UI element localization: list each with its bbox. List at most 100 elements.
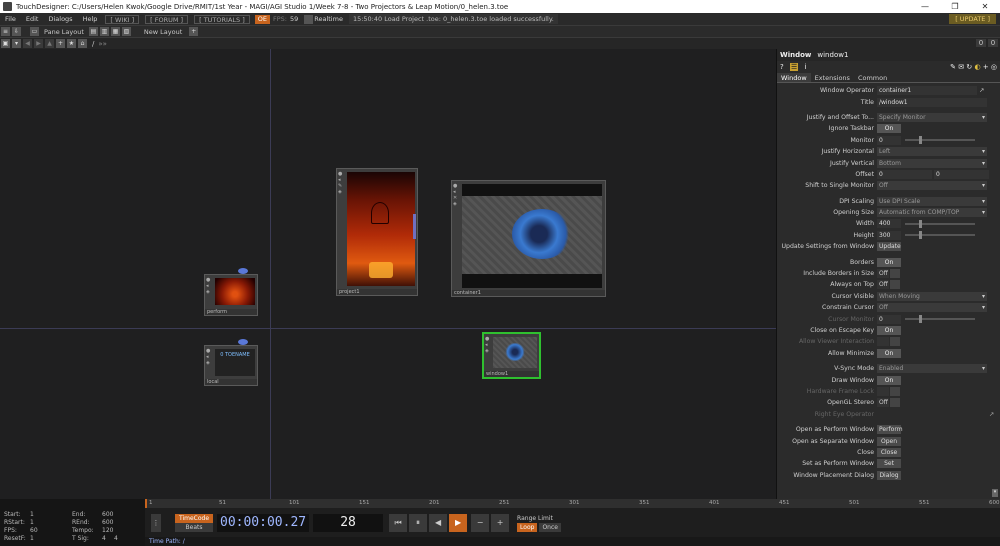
param-button[interactable]: Update	[877, 242, 901, 252]
timeline-ruler[interactable]: 1 51 101 151 201 251 301 351 401 451 501 551 600	[145, 499, 1000, 508]
param-toggle[interactable]: Off	[877, 269, 889, 279]
resetf-value[interactable]: 1	[30, 535, 72, 543]
param-slider[interactable]	[905, 315, 975, 324]
param-toggle[interactable]: On	[877, 124, 901, 134]
param-slider[interactable]	[905, 219, 975, 228]
toggle-box[interactable]	[890, 386, 900, 396]
add-icon[interactable]: +	[983, 63, 989, 71]
operator-name[interactable]: window1	[817, 51, 848, 59]
timecode-display[interactable]: 00:00:00.27	[217, 513, 310, 532]
param-toggle[interactable]: On	[877, 326, 901, 335]
update-button[interactable]: [ UPDATE ]	[949, 14, 996, 24]
network-type-menu-icon[interactable]: ▾	[12, 39, 21, 48]
help-icon[interactable]: ?	[780, 63, 784, 71]
tsig-a-value[interactable]: 4	[102, 535, 114, 543]
forward-icon[interactable]: ▶	[34, 39, 43, 48]
param-field[interactable]: 0	[877, 135, 901, 145]
param-button[interactable]: Close	[877, 447, 901, 457]
param-field[interactable]: container1	[877, 86, 977, 96]
tab-window[interactable]: Window	[777, 73, 811, 82]
param-menu[interactable]: Left	[877, 147, 987, 157]
rstart-value[interactable]: 1	[30, 519, 72, 527]
toggle-box[interactable]	[890, 280, 900, 290]
rewind-button[interactable]: ⏮	[389, 513, 408, 532]
param-slider[interactable]	[905, 231, 975, 240]
split-horizontal-icon[interactable]: ▤	[88, 27, 98, 36]
tsig-b-value[interactable]: 4	[114, 535, 118, 543]
menu-edit[interactable]: Edit	[21, 15, 44, 23]
python-help-icon[interactable]: ☰	[789, 63, 799, 71]
param-button[interactable]: Open	[877, 436, 901, 446]
split-alt-icon[interactable]: ▧	[121, 27, 131, 36]
beats-mode-button[interactable]: Beats	[175, 522, 214, 532]
menu-file[interactable]: File	[0, 15, 21, 23]
maximize-button[interactable]: ❐	[940, 0, 970, 13]
play-button[interactable]: ▶	[449, 513, 468, 532]
param-menu[interactable]: Automatic from COMP/TOP	[877, 208, 987, 218]
add-layout-button[interactable]: +	[189, 27, 199, 36]
pane-menu-icon[interactable]: ≡	[1, 27, 10, 36]
info-icon[interactable]: i	[804, 63, 806, 71]
network-editor[interactable]: ● ◂ ✎ ◈ project1 ● ◂ ✕ ◈ container1 ● ◂ ◈ perfor…	[0, 49, 776, 499]
param-menu[interactable]: Off	[877, 181, 987, 191]
tempo-value[interactable]: 120	[102, 527, 113, 535]
back-icon[interactable]: ◀	[23, 39, 32, 48]
step-forward-button[interactable]: +	[491, 513, 510, 532]
start-value[interactable]: 1	[30, 511, 72, 519]
toggle-box[interactable]	[890, 337, 900, 347]
oe-button[interactable]: OE	[254, 14, 270, 24]
param-button[interactable]: Dialog	[877, 470, 901, 480]
split-vertical-icon[interactable]: ▥	[99, 27, 109, 36]
param-toggle[interactable]: On	[877, 348, 901, 358]
operator-pick-icon[interactable]: ↗	[989, 411, 994, 418]
param-menu[interactable]: Specify Monitor	[877, 112, 987, 122]
close-button[interactable]: ✕	[970, 0, 1000, 13]
once-button[interactable]: Once	[539, 522, 561, 532]
network-toggle-b[interactable]: 0	[988, 39, 998, 47]
param-toggle[interactable]	[877, 386, 889, 396]
slider-handle[interactable]	[919, 315, 922, 324]
node-project1[interactable]: ● ◂ ✎ ◈ project1	[336, 168, 418, 296]
param-field-y[interactable]: 0	[934, 169, 989, 179]
tutorials-link[interactable]: [ TUTORIALS ]	[194, 14, 250, 24]
timeline-cursor[interactable]	[145, 499, 147, 508]
param-field[interactable]: 0	[877, 314, 901, 324]
step-back-button[interactable]: −	[471, 513, 490, 532]
param-toggle[interactable]: On	[877, 257, 901, 267]
network-toggle-a[interactable]: 0	[976, 39, 986, 47]
rend-value[interactable]: 600	[102, 519, 113, 527]
node-window1[interactable]: ● ◂ ◈ window1	[482, 332, 541, 379]
split-grid-icon[interactable]: ▦	[110, 27, 120, 36]
forum-link[interactable]: [ FORUM ]	[145, 14, 189, 24]
param-field[interactable]: /window1	[877, 97, 987, 107]
time-path[interactable]: Time Path: /	[145, 537, 1000, 546]
slider-handle[interactable]	[919, 219, 922, 228]
pause-button[interactable]: ⏸	[409, 513, 428, 532]
param-toggle[interactable]: Off	[877, 398, 889, 408]
play-reverse-button[interactable]: ◀	[429, 513, 448, 532]
home-icon[interactable]: ⌂	[78, 39, 87, 48]
star-icon[interactable]: ★	[67, 39, 76, 48]
scroll-down-icon[interactable]: ▾	[992, 489, 998, 497]
minimize-button[interactable]: —	[910, 0, 940, 13]
network-path[interactable]: /	[88, 40, 98, 48]
param-menu[interactable]: Bottom	[877, 158, 987, 168]
node-connector[interactable]	[413, 214, 416, 239]
param-field[interactable]: 400	[877, 219, 901, 229]
tab-extensions[interactable]: Extensions	[811, 73, 854, 82]
param-toggle[interactable]: Off	[877, 280, 889, 290]
param-button[interactable]: Set	[877, 459, 901, 469]
operator-pick-icon[interactable]: ↗	[979, 87, 984, 94]
param-field-x[interactable]: 0	[877, 169, 932, 179]
param-button[interactable]: Perform	[877, 425, 903, 435]
node-perform[interactable]: ● ◂ ◈ perform	[204, 268, 258, 316]
pane-arrow-icon[interactable]: ⇩	[12, 27, 21, 36]
menu-help[interactable]: Help	[78, 15, 103, 23]
param-menu[interactable]: Use DPI Scale	[877, 196, 987, 206]
slider-handle[interactable]	[919, 136, 922, 145]
transport-menu-icon[interactable]: ⋮	[151, 513, 161, 532]
toggle-box[interactable]	[890, 269, 900, 279]
toggle-box[interactable]	[890, 398, 900, 408]
tab-common[interactable]: Common	[854, 73, 891, 82]
refresh-icon[interactable]: ↻	[966, 63, 972, 71]
